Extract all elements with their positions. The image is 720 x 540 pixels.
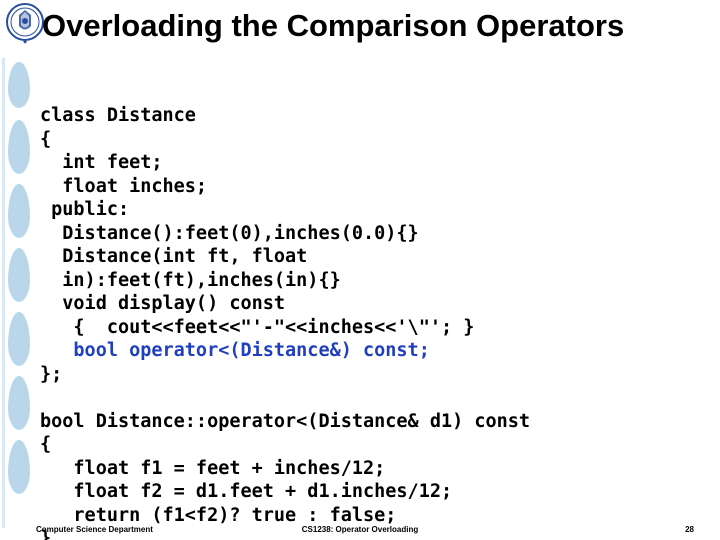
band-blob [8,184,30,238]
code-line: float f1 = feet + inches/12; [40,457,386,479]
decorative-left-band [0,0,36,540]
band-blob [8,248,30,302]
code-line: Distance(int ft, float [40,246,308,267]
code-line: bool Distance::operator<(Distance& d1) c… [40,410,531,432]
footer-course: CS1238: Operator Overloading [301,525,419,534]
code-line: void display() const [40,293,286,314]
code-line: bool operator<(Distance&) const; [40,340,430,361]
band-blob [8,376,30,430]
page-title: Overloading the Comparison Operators [42,8,625,43]
code-line: { cout<<feet<<"'-"<<inches<<'\"'; } [40,316,475,338]
band-blob [8,62,30,108]
code-line: in):feet(ft),inches(in){} [40,269,341,291]
code-line: { [40,128,52,150]
code-line: int feet; [40,152,163,173]
code-line: class Distance [40,105,196,126]
band-blob [8,440,30,494]
code-block: class Distance { int feet; float inches;… [40,104,710,540]
band-line [2,58,5,528]
band-blob [8,312,30,366]
code-line: return (f1<f2)? true : false; [40,504,397,526]
code-line: Distance():feet(0),inches(0.0){} [40,222,419,244]
code-line: float f2 = d1.feet + d1.inches/12; [40,481,453,502]
footer-page-number: 28 [685,525,694,534]
code-line: { [40,434,52,455]
band-blob [8,120,30,174]
code-line: float inches; [40,175,208,197]
code-line: }; [40,363,63,385]
code-line: public: [40,199,130,220]
slide: ◆ Overloading the Comparison Operators c… [0,0,720,540]
svg-text:◆: ◆ [23,39,27,45]
